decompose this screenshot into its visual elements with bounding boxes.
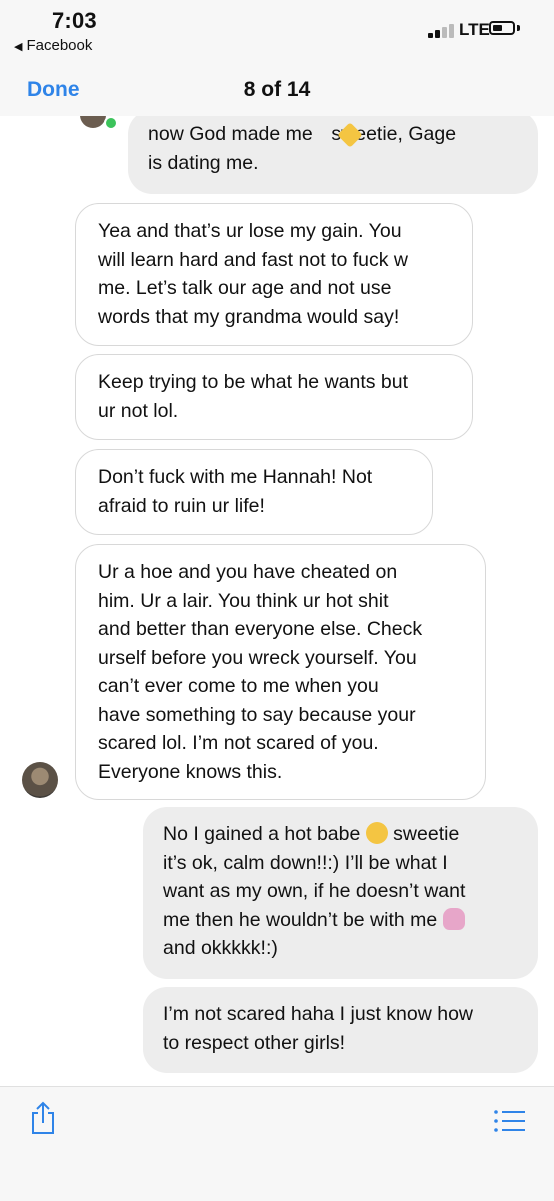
message-bubble-outgoing: No I gained a hot babe sweetie it’s ok, … [143, 807, 538, 979]
battery-icon [489, 21, 515, 35]
avatar [80, 116, 106, 128]
message-line: Yea and that’s ur lose my gain. You [98, 220, 402, 242]
message-line: urself before you wreck yourself. You [98, 646, 417, 669]
message-line: it’s ok, calm down!!:) I’ll be what I [163, 851, 448, 874]
person-shrugging-emoji-icon [442, 907, 465, 930]
message-bubble-outgoing: now God made me sweetie, Gage is dating … [128, 116, 538, 194]
message-line: to respect other girls! [163, 1031, 346, 1054]
message-line: will learn hard and fast not to fuck w [98, 248, 408, 271]
back-to-app-link[interactable]: ◀ Facebook [14, 37, 92, 54]
smiling-face-emoji-icon [365, 822, 388, 844]
message-line: have something to say because your [98, 703, 416, 726]
navigation-bar: Done 8 of 14 [0, 60, 554, 116]
message-line: scared lol. I’m not scared of you. [98, 732, 379, 754]
message-line: Everyone knows this. [98, 760, 283, 783]
message-bubble-outgoing: I’m not scared haha I just know how to r… [143, 987, 538, 1073]
list-icon[interactable] [494, 1109, 526, 1133]
message-line: and okkkkk!:) [163, 937, 278, 959]
message-line: me then he wouldn’t be with me [163, 906, 518, 935]
message-line: and better than everyone else. Check [98, 618, 423, 640]
message-line: want as my own, if he doesn’t want [163, 880, 466, 902]
message-line: me. Let’s talk our age and not use [98, 277, 392, 299]
status-bar: 7:03 ◀ Facebook LTE [0, 0, 554, 60]
message-line: now God made me sweetie, Gage [148, 123, 457, 145]
message-line: I’m not scared haha I just know how [163, 1003, 473, 1025]
battery-nub [517, 25, 520, 31]
message-line: words that my grandma would say! [98, 305, 400, 328]
message-line: No I gained a hot babe sweetie [163, 822, 460, 845]
back-app-label: Facebook [26, 37, 93, 54]
online-indicator [104, 116, 118, 130]
message-bubble-incoming: Ur a hoe and you have cheated on him. Ur… [75, 544, 486, 800]
signal-strength-icon [428, 22, 458, 38]
message-bubble-incoming: Keep trying to be what he wants but ur n… [75, 354, 473, 440]
message-line: Ur a hoe and you have cheated on [98, 561, 398, 583]
back-triangle-icon: ◀ [14, 41, 23, 53]
avatar [22, 762, 58, 798]
photo-counter: 8 of 14 [243, 78, 311, 101]
message-line: afraid to ruin ur life! [98, 494, 265, 517]
message-line: Keep trying to be what he wants but [98, 371, 409, 393]
share-icon[interactable] [30, 1101, 56, 1135]
message-line: Don’t fuck with me Hannah! Not [98, 466, 373, 488]
message-bubble-incoming: Don’t fuck with me Hannah! Not afraid to… [75, 449, 433, 535]
message-line: him. Ur a lair. You think ur hot shit [98, 589, 389, 612]
bottom-toolbar [0, 1086, 554, 1201]
status-time: 7:03 [52, 8, 97, 33]
message-line: can’t ever come to me when you [98, 675, 379, 697]
screenshot-content: now God made me sweetie, Gage is dating … [0, 116, 554, 1086]
message-line: ur not lol. [98, 399, 179, 422]
message-line: is dating me. [148, 151, 259, 174]
message-bubble-incoming: Yea and that’s ur lose my gain. You will… [75, 203, 473, 346]
network-label: LTE [459, 20, 490, 39]
